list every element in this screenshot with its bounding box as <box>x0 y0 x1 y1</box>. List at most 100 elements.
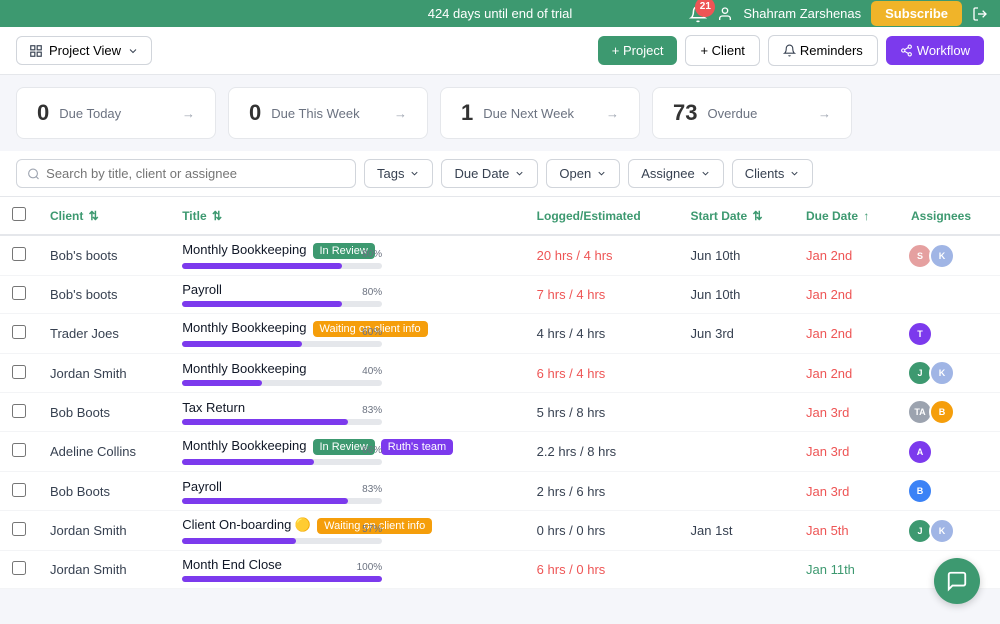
row-checkbox[interactable] <box>12 247 26 261</box>
client-name: Jordan Smith <box>50 523 127 538</box>
progress-label: 66% <box>362 445 382 456</box>
avatar: A <box>907 439 933 465</box>
logged-hours: 20 hrs / 4 hrs <box>537 248 613 263</box>
grid-icon <box>29 44 43 58</box>
start-date-header[interactable]: Start Date ⇅ <box>679 197 794 235</box>
chat-icon <box>946 570 968 592</box>
assignees: SK <box>911 243 988 269</box>
progress-label: 57% <box>362 524 382 535</box>
start-date: Jun 10th <box>691 248 741 263</box>
row-checkbox[interactable] <box>12 561 26 575</box>
task-title: Month End Close <box>182 557 282 572</box>
progress-bar: 83% <box>182 419 382 425</box>
task-title: Tax Return <box>182 400 245 415</box>
progress-bar: 83% <box>182 498 382 504</box>
progress-fill <box>182 380 262 386</box>
start-date: Jun 10th <box>691 287 741 302</box>
reminders-button[interactable]: Reminders <box>768 35 878 66</box>
tags-filter[interactable]: Tags <box>364 159 433 188</box>
toolbar: Project View + Project + Client Reminder… <box>0 27 1000 75</box>
progress-label: 83% <box>362 484 382 495</box>
stat-card-3[interactable]: 73 Overdue → <box>652 87 852 139</box>
client-name: Jordan Smith <box>50 562 127 577</box>
title-header[interactable]: Title ⇅ <box>170 197 524 235</box>
assignee-filter[interactable]: Assignee <box>628 159 723 188</box>
start-date: Jun 3rd <box>691 326 734 341</box>
progress-fill <box>182 341 302 347</box>
logged-hours: 2 hrs / 6 hrs <box>537 484 606 499</box>
chevron-down-icon <box>127 45 139 57</box>
search-input[interactable] <box>46 166 345 181</box>
due-date-header[interactable]: Due Date ↑ <box>794 197 899 235</box>
logged-hours: 6 hrs / 0 hrs <box>537 562 606 577</box>
clients-filter[interactable]: Clients <box>732 159 814 188</box>
progress-fill <box>182 263 342 269</box>
add-client-button[interactable]: + Client <box>685 35 759 66</box>
task-title: Monthly Bookkeeping <box>182 438 306 453</box>
due-date: Jan 2nd <box>806 366 852 381</box>
task-title: Payroll <box>182 282 222 297</box>
chat-widget[interactable] <box>934 558 980 604</box>
search-wrap[interactable] <box>16 159 356 188</box>
progress-label: 80% <box>362 287 382 298</box>
due-date: Jan 2nd <box>806 287 852 302</box>
assignees: TAB <box>911 399 988 425</box>
progress-bar: 100% <box>182 576 382 582</box>
exit-icon[interactable] <box>972 6 988 22</box>
client-header[interactable]: Client ⇅ <box>38 197 170 235</box>
avatar: B <box>929 399 955 425</box>
trial-text: 424 days until end of trial <box>428 6 573 21</box>
chevron-down-icon <box>789 168 800 179</box>
project-view-label: Project View <box>49 43 121 58</box>
progress-label: 100% <box>357 562 383 573</box>
assignees: B <box>911 478 988 504</box>
due-date-filter[interactable]: Due Date <box>441 159 538 188</box>
stats-row: 0 Due Today → 0 Due This Week → 1 Due Ne… <box>0 75 1000 151</box>
due-date: Jan 11th <box>806 562 855 577</box>
open-filter[interactable]: Open <box>546 159 620 188</box>
chevron-down-icon <box>409 168 420 179</box>
row-checkbox[interactable] <box>12 443 26 457</box>
top-banner: 424 days until end of trial 21 Shahram Z… <box>0 0 1000 27</box>
row-checkbox[interactable] <box>12 483 26 497</box>
row-checkbox[interactable] <box>12 365 26 379</box>
user-icon <box>717 6 733 22</box>
task-title: Payroll <box>182 479 222 494</box>
stat-card-1[interactable]: 0 Due This Week → <box>228 87 428 139</box>
row-checkbox[interactable] <box>12 404 26 418</box>
logged-header: Logged/Estimated <box>525 197 679 235</box>
chevron-down-icon <box>700 168 711 179</box>
progress-bar: 66% <box>182 459 382 465</box>
client-name: Bob Boots <box>50 484 110 499</box>
add-project-button[interactable]: + Project <box>598 36 678 65</box>
stat-card-2[interactable]: 1 Due Next Week → <box>440 87 640 139</box>
task-title: Monthly Bookkeeping <box>182 320 306 335</box>
due-date: Jan 2nd <box>806 326 852 341</box>
row-checkbox[interactable] <box>12 325 26 339</box>
progress-label: 60% <box>362 327 382 338</box>
table-row: Bob Boots Tax Return 83% 5 hrs / 8 hrsJa… <box>0 393 1000 432</box>
workflow-button[interactable]: Workflow <box>886 36 984 65</box>
table-row: Bob's boots Monthly BookkeepingIn Review… <box>0 235 1000 276</box>
start-date: Jan 1st <box>691 523 733 538</box>
task-title: Monthly Bookkeeping <box>182 242 306 257</box>
task-title: Client On-boarding <box>182 517 291 532</box>
filter-row: Tags Due Date Open Assignee Clients <box>0 151 1000 197</box>
stat-card-0[interactable]: 0 Due Today → <box>16 87 216 139</box>
progress-fill <box>182 419 348 425</box>
avatar: K <box>929 243 955 269</box>
workflow-icon <box>900 44 913 57</box>
client-name: Bob's boots <box>50 287 118 302</box>
client-name: Jordan Smith <box>50 366 127 381</box>
project-view-button[interactable]: Project View <box>16 36 152 65</box>
row-checkbox[interactable] <box>12 522 26 536</box>
user-name: Shahram Zarshenas <box>743 6 861 21</box>
due-date: Jan 5th <box>806 523 849 538</box>
chevron-down-icon <box>596 168 607 179</box>
subscribe-button[interactable]: Subscribe <box>871 1 962 26</box>
select-all-header[interactable] <box>0 197 38 235</box>
progress-fill <box>182 498 348 504</box>
row-checkbox[interactable] <box>12 286 26 300</box>
logged-hours: 0 hrs / 0 hrs <box>537 523 606 538</box>
notifications[interactable]: 21 <box>689 5 707 23</box>
